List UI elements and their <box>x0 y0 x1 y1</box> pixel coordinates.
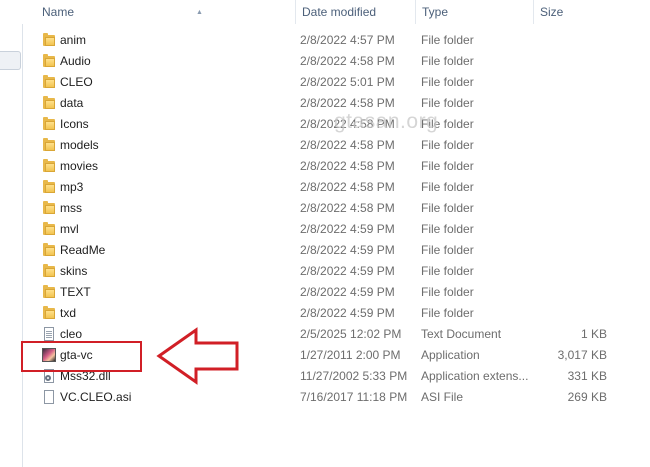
file-date-modified: 2/8/2022 4:58 PM <box>300 159 395 173</box>
column-header-bar: Name ▲ Date modified Type Size <box>22 0 650 24</box>
file-date-modified: 2/8/2022 4:58 PM <box>300 180 395 194</box>
file-name: mvl <box>60 222 79 236</box>
highlight-box <box>21 341 142 372</box>
sort-up-icon: ▲ <box>196 9 203 16</box>
file-type: Application extens... <box>421 369 529 383</box>
file-date-modified: 2/8/2022 4:59 PM <box>300 243 395 257</box>
folder-icon <box>42 180 56 194</box>
folder-icon <box>42 159 56 173</box>
file-date-modified: 2/8/2022 5:01 PM <box>300 75 395 89</box>
file-row[interactable]: skins 2/8/2022 4:59 PM File folder <box>22 261 650 282</box>
folder-icon <box>42 201 56 215</box>
file-date-modified: 2/8/2022 4:58 PM <box>300 201 395 215</box>
file-name: CLEO <box>60 75 93 89</box>
file-row[interactable]: mss 2/8/2022 4:58 PM File folder <box>22 198 650 219</box>
file-date-modified: 7/16/2017 11:18 PM <box>300 390 408 404</box>
file-row[interactable]: CLEO 2/8/2022 5:01 PM File folder <box>22 72 650 93</box>
column-header-size[interactable]: Size <box>534 0 614 24</box>
file-name: ReadMe <box>60 243 106 257</box>
file-type: File folder <box>421 222 474 236</box>
folder-icon <box>42 285 56 299</box>
file-name: movies <box>60 159 99 173</box>
file-type: File folder <box>421 180 474 194</box>
folder-icon <box>42 138 56 152</box>
file-type: File folder <box>421 159 474 173</box>
file-type: File folder <box>421 54 474 68</box>
file-size: 1 KB <box>580 327 607 341</box>
file-row[interactable]: Audio 2/8/2022 4:58 PM File folder <box>22 51 650 72</box>
file-row[interactable]: anim 2/8/2022 4:57 PM File folder <box>22 30 650 51</box>
file-size: 3,017 KB <box>557 348 607 362</box>
file-row[interactable]: movies 2/8/2022 4:58 PM File folder <box>22 156 650 177</box>
file-type: File folder <box>421 306 474 320</box>
file-name: models <box>60 138 99 152</box>
folder-icon <box>42 222 56 236</box>
file-name: anim <box>60 33 87 47</box>
folder-icon <box>42 117 56 131</box>
file-type: File folder <box>421 138 474 152</box>
file-type: File folder <box>421 243 474 257</box>
file-date-modified: 2/5/2025 12:02 PM <box>300 327 402 341</box>
file-name: skins <box>60 264 88 278</box>
file-size: 331 KB <box>567 369 607 383</box>
file-name: TEXT <box>60 285 91 299</box>
file-date-modified: 2/8/2022 4:59 PM <box>300 222 395 236</box>
column-header-date[interactable]: Date modified <box>296 0 416 24</box>
file-type: File folder <box>421 33 474 47</box>
file-size: 269 KB <box>567 390 607 404</box>
file-date-modified: 2/8/2022 4:58 PM <box>300 138 395 152</box>
file-type: File folder <box>421 201 474 215</box>
column-header-type[interactable]: Type <box>416 0 534 24</box>
file-icon <box>42 390 56 404</box>
file-date-modified: 2/8/2022 4:59 PM <box>300 306 395 320</box>
folder-icon <box>42 96 56 110</box>
navigation-pane-item[interactable] <box>0 51 21 70</box>
file-name: mss <box>60 201 82 215</box>
column-header-name[interactable]: Name ▲ <box>36 0 296 24</box>
file-row[interactable]: mvl 2/8/2022 4:59 PM File folder <box>22 219 650 240</box>
file-name: VC.CLEO.asi <box>60 390 132 404</box>
folder-icon <box>42 75 56 89</box>
file-date-modified: 2/8/2022 4:59 PM <box>300 285 395 299</box>
file-row[interactable]: VC.CLEO.asi 7/16/2017 11:18 PM ASI File 269… <box>22 387 650 408</box>
file-name: txd <box>60 306 77 320</box>
navigation-pane <box>0 0 23 467</box>
folder-icon <box>42 33 56 47</box>
file-type: File folder <box>421 75 474 89</box>
file-row[interactable]: txd 2/8/2022 4:59 PM File folder <box>22 303 650 324</box>
watermark: gtasan.org <box>334 110 439 133</box>
file-type: File folder <box>421 264 474 278</box>
file-type: ASI File <box>421 390 464 404</box>
column-header-name-label: Name <box>42 5 75 19</box>
file-type: Application <box>421 348 480 362</box>
file-date-modified: 1/27/2011 2:00 PM <box>300 348 401 362</box>
file-row[interactable]: TEXT 2/8/2022 4:59 PM File folder <box>22 282 650 303</box>
left-arrow-annotation <box>156 327 239 385</box>
folder-icon <box>42 306 56 320</box>
file-type: File folder <box>421 285 474 299</box>
file-row[interactable]: mp3 2/8/2022 4:58 PM File folder <box>22 177 650 198</box>
file-date-modified: 2/8/2022 4:58 PM <box>300 54 395 68</box>
file-type: Text Document <box>421 327 502 341</box>
file-date-modified: 2/8/2022 4:59 PM <box>300 264 395 278</box>
file-row[interactable]: ReadMe 2/8/2022 4:59 PM File folder <box>22 240 650 261</box>
file-name: data <box>60 96 84 110</box>
folder-icon <box>42 54 56 68</box>
file-name: Audio <box>60 54 91 68</box>
file-date-modified: 2/8/2022 4:57 PM <box>300 33 395 47</box>
file-name: Icons <box>60 117 89 131</box>
file-date-modified: 11/27/2002 5:33 PM <box>300 369 408 383</box>
folder-icon <box>42 243 56 257</box>
folder-icon <box>42 264 56 278</box>
text-document-icon <box>42 327 56 341</box>
file-row[interactable]: models 2/8/2022 4:58 PM File folder <box>22 135 650 156</box>
file-name: mp3 <box>60 180 84 194</box>
